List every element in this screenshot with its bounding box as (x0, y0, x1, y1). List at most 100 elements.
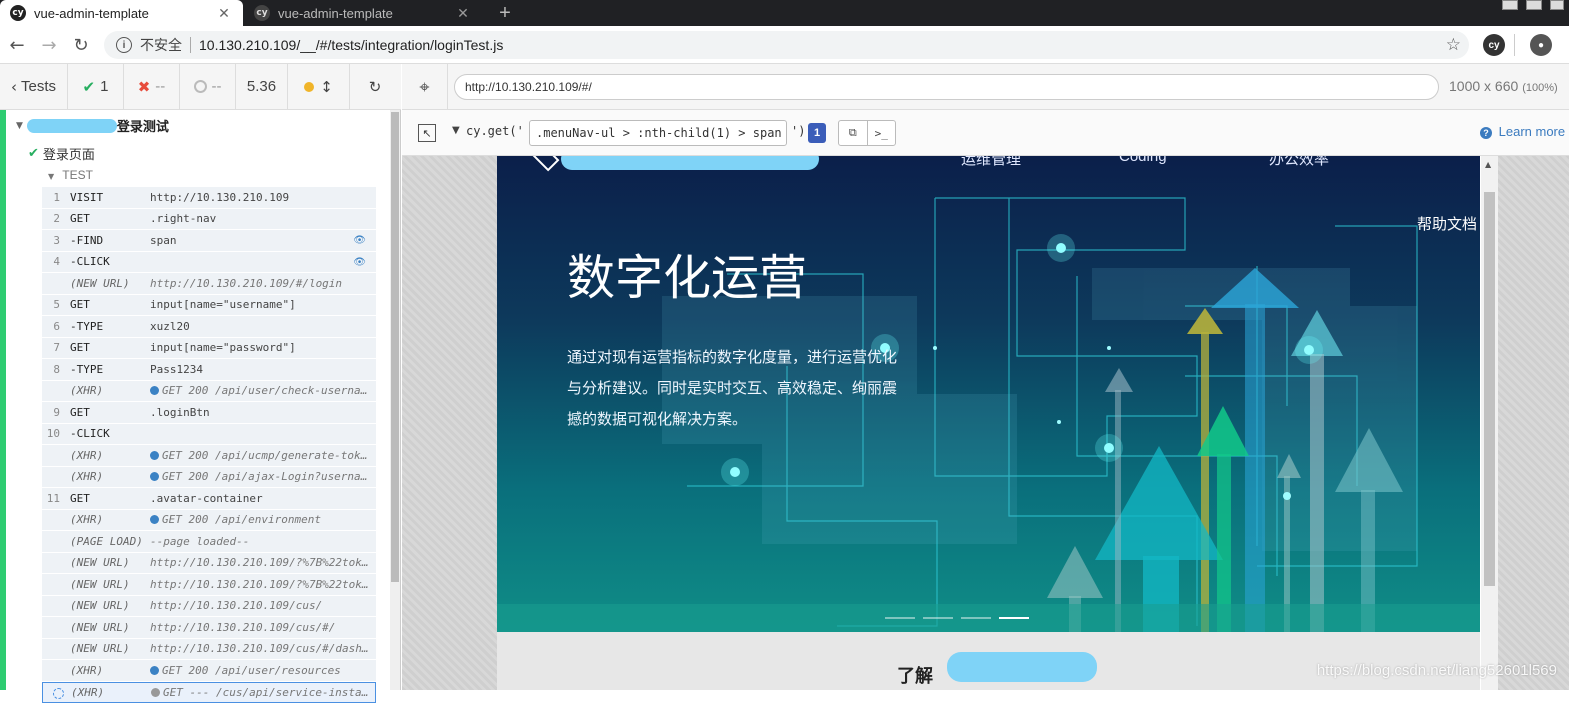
command-row[interactable]: (NEW URL)http://10.130.210.109/?%7B%22to… (42, 574, 376, 596)
close-window-icon[interactable] (1550, 0, 1564, 10)
reload-icon[interactable]: ↻ (68, 32, 94, 58)
command-number: 4 (42, 255, 64, 268)
tests-back-button[interactable]: ‹ Tests (0, 64, 68, 110)
scrollbar-thumb[interactable] (1484, 192, 1495, 586)
command-name: (NEW URL) (64, 599, 150, 612)
bookmark-star-icon[interactable]: ☆ (1446, 35, 1461, 55)
cypress-favicon-icon: cy (254, 5, 270, 21)
restore-window-icon[interactable] (1526, 0, 1542, 10)
command-row[interactable]: 10-CLICK (42, 424, 376, 446)
cypress-extension-icon[interactable]: cy (1483, 34, 1505, 56)
xhr-status-dot-icon (151, 688, 160, 697)
command-message: input[name="username"] (150, 298, 376, 311)
command-name: (NEW URL) (64, 277, 150, 290)
console-print-icon[interactable]: >_ (868, 121, 896, 145)
command-row[interactable]: (XHR)GET 200 /api/environment (42, 510, 376, 532)
reporter-scrollbar[interactable] (390, 110, 400, 690)
method-dropdown-caret-icon[interactable]: ▼ (452, 125, 460, 136)
minimize-window-icon[interactable] (1502, 0, 1518, 10)
command-name: GET (64, 298, 150, 311)
command-message-text: span (150, 234, 177, 247)
command-row[interactable]: 1VISIThttp://10.130.210.109 (42, 187, 376, 209)
command-row[interactable]: (NEW URL)http://10.130.210.109/cus/#/ (42, 617, 376, 639)
command-row[interactable]: (XHR)GET 200 /api/user/check-username (42, 381, 376, 403)
browser-tab-inactive[interactable]: cy vue-admin-template ✕ (244, 0, 482, 26)
address-bar[interactable]: i 不安全 10.130.210.109/__/#/tests/integrat… (104, 31, 1469, 59)
selector-input[interactable]: .menuNav-ul > :nth-child(1) > span (529, 120, 787, 146)
match-count-badge: 1 (808, 123, 826, 143)
command-row[interactable]: (PAGE LOAD)--page loaded-- (42, 531, 376, 553)
info-icon[interactable]: i (116, 37, 132, 53)
url-text[interactable]: 10.130.210.109/__/#/tests/integration/lo… (199, 37, 503, 53)
close-tab-icon[interactable]: ✕ (454, 5, 472, 22)
visibility-eye-icon: 👁 (353, 257, 366, 268)
forward-arrow-icon[interactable]: → (36, 32, 62, 58)
test-title-text: 登录页面 (43, 144, 95, 163)
command-message-text: Pass1234 (150, 363, 203, 376)
rerun-button[interactable]: ↻ (350, 64, 400, 110)
command-row[interactable]: 6-TYPExuzl20 (42, 316, 376, 338)
viewport-dimensions: 1000 x 660 (1449, 78, 1518, 94)
command-row[interactable]: 3-FINDspan👁 (42, 230, 376, 252)
browser-tab-active[interactable]: cy vue-admin-template ✕ (0, 0, 243, 26)
command-row[interactable]: (NEW URL)http://10.130.210.109/cus/ (42, 596, 376, 618)
nav-item[interactable]: Coding (1119, 156, 1167, 165)
section-label[interactable]: ▼ TEST (48, 168, 93, 182)
redacted-text (27, 119, 117, 133)
tests-label: Tests (21, 78, 56, 95)
auto-scroll-toggle[interactable]: ↕ (288, 64, 350, 110)
command-row[interactable]: 9GET.loginBtn (42, 402, 376, 424)
viewport-scale: (100%) (1522, 82, 1557, 94)
test-title[interactable]: ✔ 登录页面 (28, 144, 95, 163)
command-number: 11 (42, 492, 64, 505)
command-row[interactable]: 5GETinput[name="username"] (42, 295, 376, 317)
aut-header: ⌖ http://10.130.210.109/#/ 1000 x 660 (1… (402, 64, 1569, 110)
command-row[interactable]: 2GET.right-nav (42, 209, 376, 231)
command-message-text: http://10.130.210.109/cus/#/dashboard (150, 642, 376, 655)
scrollbar-thumb[interactable] (391, 112, 399, 582)
suite-title[interactable]: ▼ 登录测试 (16, 116, 169, 135)
command-number: 10 (42, 427, 64, 440)
command-log: 1VISIThttp://10.130.210.1092GET.right-na… (42, 187, 376, 703)
selector-playground-icon[interactable]: ⌖ (402, 64, 448, 110)
nav-item[interactable]: 办公效率 (1269, 156, 1329, 169)
help-docs-link[interactable]: 帮助文档 (1417, 213, 1477, 234)
command-row[interactable]: (XHR)GET --- /cus/api/service-instance (42, 682, 376, 703)
aut-url-field[interactable]: http://10.130.210.109/#/ (454, 74, 1439, 100)
check-icon: ✔ (28, 146, 39, 161)
command-row[interactable]: (NEW URL)http://10.130.210.109/cus/#/das… (42, 639, 376, 661)
visibility-eye-icon: 👁 (353, 235, 366, 246)
check-icon: ✔ (83, 78, 96, 96)
carousel-indicator[interactable] (885, 617, 915, 619)
close-tab-icon[interactable]: ✕ (215, 5, 233, 22)
copy-icon[interactable]: ⧉ (839, 121, 868, 145)
command-name: (XHR) (64, 470, 150, 483)
back-arrow-icon[interactable]: ← (4, 32, 30, 58)
command-row[interactable]: 8-TYPEPass1234 (42, 359, 376, 381)
command-row[interactable]: (NEW URL)http://10.130.210.109/#/login (42, 273, 376, 295)
command-row[interactable]: (NEW URL)http://10.130.210.109/?%7B%22to… (42, 553, 376, 575)
playground-method: cy.get(' (466, 124, 524, 138)
scroll-up-arrow-icon[interactable]: ▲ (1485, 160, 1491, 169)
command-row[interactable]: 11GET.avatar-container (42, 488, 376, 510)
carousel-indicator-active[interactable] (999, 617, 1029, 619)
command-row[interactable]: (XHR)GET 200 /api/ajax-Login?username (42, 467, 376, 489)
command-row[interactable]: 7GETinput[name="password"] (42, 338, 376, 360)
command-name: -FIND (64, 234, 150, 247)
playground-actions: ⧉ >_ (838, 120, 896, 146)
carousel-indicator[interactable] (961, 617, 991, 619)
aut-scrollbar[interactable]: ▲ (1481, 156, 1498, 690)
nav-item[interactable]: 运维管理 (961, 156, 1021, 169)
learn-more-link[interactable]: ? Learn more (1480, 124, 1565, 139)
profile-avatar-icon[interactable]: ● (1530, 34, 1552, 56)
xhr-status-dot-icon (150, 451, 159, 460)
carousel-indicator[interactable] (923, 617, 953, 619)
command-row[interactable]: (XHR)GET 200 /api/ucmp/generate-token (42, 445, 376, 467)
command-message-text: xuzl20 (150, 320, 190, 333)
select-element-icon[interactable]: ↖ (418, 124, 436, 142)
hero-title: 数字化运营 (567, 238, 807, 308)
selector-playground: ↖ ▼ cy.get(' .menuNav-ul > :nth-child(1)… (402, 110, 1569, 156)
new-tab-button[interactable]: + (494, 0, 516, 26)
command-row[interactable]: (XHR)GET 200 /api/user/resources (42, 660, 376, 682)
command-row[interactable]: 4-CLICK👁 (42, 252, 376, 274)
